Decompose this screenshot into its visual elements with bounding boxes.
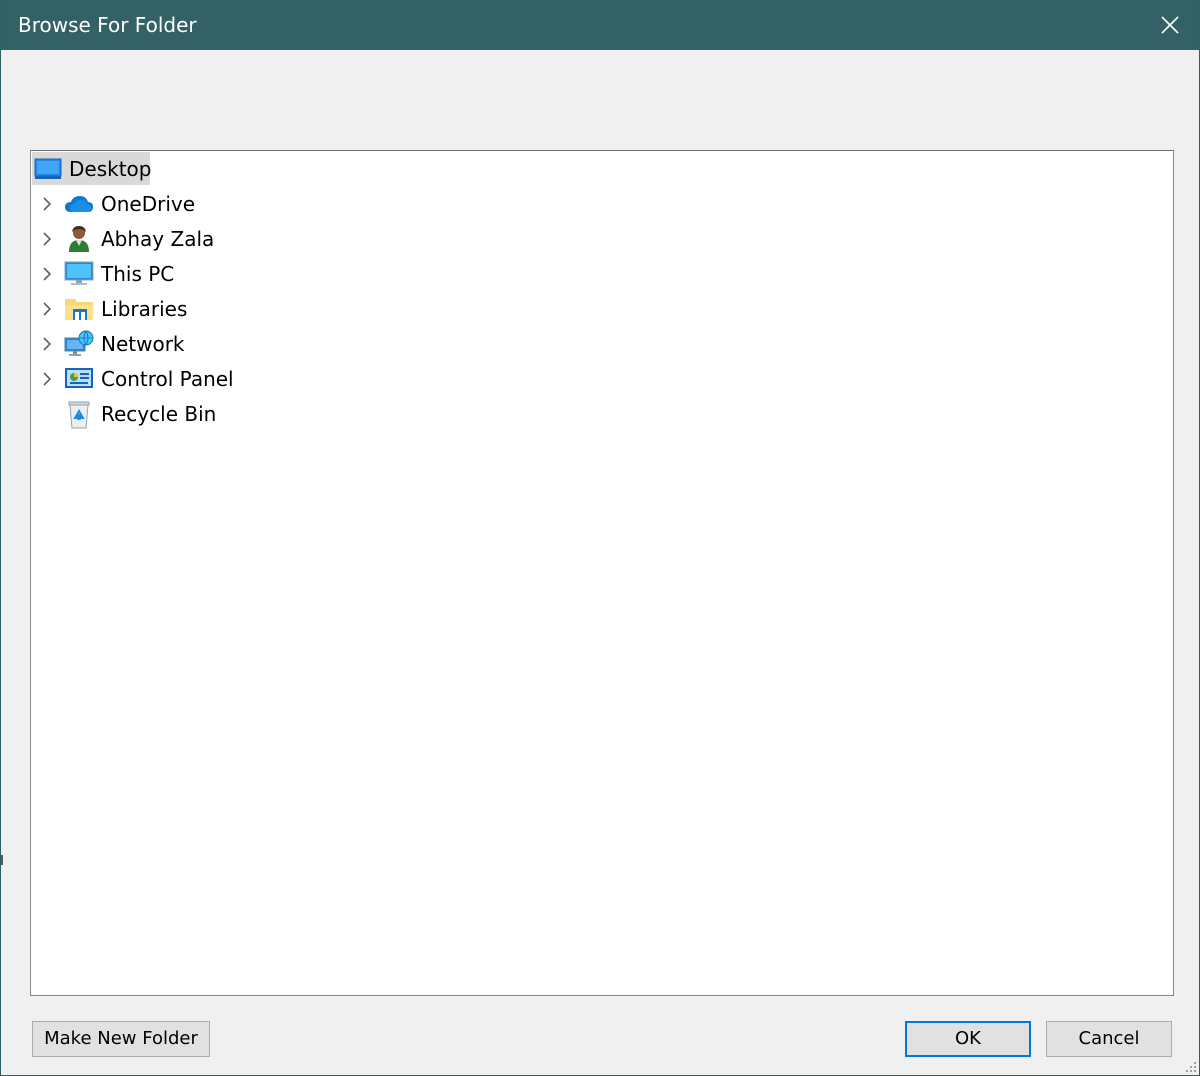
expand-chevron-icon[interactable] [35, 222, 59, 255]
window-edge-marker [1, 855, 3, 865]
tree-item-label: OneDrive [101, 191, 196, 216]
expand-chevron-icon[interactable] [35, 362, 59, 395]
tree-item-label: Libraries [101, 296, 188, 321]
expand-chevron-icon[interactable] [35, 257, 59, 290]
control-panel-icon [64, 364, 94, 394]
make-new-folder-button[interactable]: Make New Folder [32, 1021, 210, 1057]
tree-item-user-folder[interactable]: Abhay Zala [35, 222, 285, 255]
desktop-icon [33, 154, 63, 184]
ok-button[interactable]: OK [905, 1021, 1031, 1057]
monitor-icon [64, 259, 94, 289]
folder-tree-view[interactable]: Desktop OneDrive Abhay Zala This PC Libr… [30, 150, 1174, 996]
tree-item-recycle-bin[interactable]: Recycle Bin [35, 397, 285, 430]
tree-item-label: Network [101, 331, 185, 356]
tree-item-label: Abhay Zala [101, 226, 215, 251]
user-icon [64, 224, 94, 254]
cancel-button[interactable]: Cancel [1046, 1021, 1172, 1057]
network-icon [64, 329, 94, 359]
tree-item-label: This PC [101, 261, 175, 286]
expand-chevron-icon[interactable] [35, 292, 59, 325]
libraries-folder-icon [64, 294, 94, 324]
tree-item-control-panel[interactable]: Control Panel [35, 362, 285, 395]
recycle-bin-icon [64, 399, 94, 429]
tree-item-libraries[interactable]: Libraries [35, 292, 285, 325]
close-button[interactable] [1141, 0, 1199, 50]
browse-for-folder-dialog: Browse For Folder Desktop OneDrive Abhay… [0, 0, 1200, 1076]
tree-item-label: Control Panel [101, 366, 234, 391]
close-icon [1161, 16, 1179, 34]
tree-item-label: Recycle Bin [101, 401, 217, 426]
onedrive-cloud-icon [64, 189, 94, 219]
resize-grip-icon[interactable] [1183, 1059, 1197, 1073]
tree-item-network[interactable]: Network [35, 327, 285, 360]
tree-item-this-pc[interactable]: This PC [35, 257, 285, 290]
title-bar[interactable]: Browse For Folder [1, 0, 1199, 50]
window-title: Browse For Folder [18, 13, 197, 37]
tree-item-label: Desktop [69, 156, 152, 181]
tree-item-onedrive[interactable]: OneDrive [35, 187, 285, 220]
tree-item-desktop[interactable]: Desktop [32, 152, 152, 185]
expand-chevron-icon[interactable] [35, 327, 59, 360]
expand-chevron-icon[interactable] [35, 187, 59, 220]
